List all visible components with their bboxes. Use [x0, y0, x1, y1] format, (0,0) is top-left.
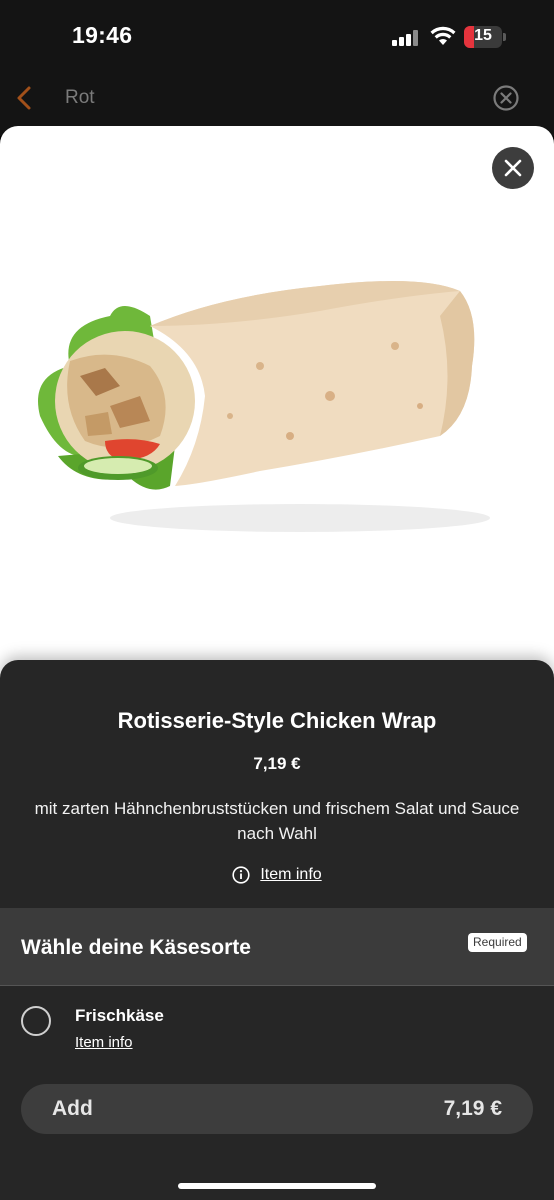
product-details-sheet: Rotisserie-Style Chicken Wrap 7,19 € mit… [0, 660, 554, 1200]
item-info-link[interactable]: Item info [260, 866, 321, 884]
section-title: Wähle deine Käsesorte [21, 936, 251, 959]
product-description: mit zarten Hähnchenbruststücken und fris… [34, 799, 520, 843]
info-icon [232, 866, 250, 884]
required-badge: Required [468, 933, 527, 952]
option-item-info-link[interactable]: Item info [75, 1034, 133, 1051]
status-bar: 19:46 15 [0, 0, 554, 76]
product-price: 7,19 € [253, 754, 301, 773]
radio-button[interactable] [21, 1006, 51, 1036]
clear-icon[interactable] [492, 84, 520, 112]
battery-cap [503, 33, 506, 41]
option-label: Frischkäse [75, 1006, 164, 1025]
item-info-row[interactable]: Item info [0, 866, 554, 884]
add-to-cart-button[interactable]: Add 7,19 € [21, 1084, 533, 1134]
cheese-section-header: Wähle deine Käsesorte Required [0, 908, 554, 986]
back-chevron-icon[interactable] [12, 84, 38, 112]
battery-icon: 15 [464, 26, 502, 48]
add-button-price: 7,19 € [443, 1097, 502, 1120]
status-time: 19:46 [72, 22, 133, 48]
product-modal: Rotisserie-Style Chicken Wrap 7,19 € mit… [0, 126, 554, 1200]
close-icon [504, 159, 522, 177]
product-image [38, 281, 490, 532]
battery-level: 15 [474, 27, 492, 44]
home-indicator [178, 1183, 376, 1189]
add-button-label: Add [52, 1097, 93, 1120]
search-input[interactable]: Rot [65, 87, 95, 109]
signal-icon [392, 30, 420, 46]
wifi-icon [430, 26, 456, 45]
cheese-option-row[interactable]: Frischkäse Item info [0, 987, 554, 1067]
product-title: Rotisserie-Style Chicken Wrap [117, 708, 437, 733]
close-button[interactable] [492, 147, 534, 189]
